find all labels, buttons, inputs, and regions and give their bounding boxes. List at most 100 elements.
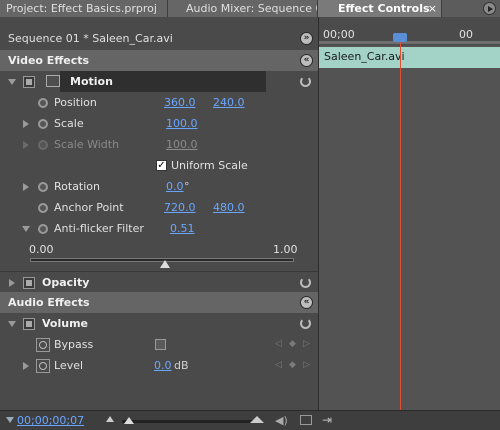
bottom-bar: 00;00;00;07 ◀) ⇥ bbox=[0, 410, 500, 430]
ruler-start-time: 00;00 bbox=[323, 28, 355, 41]
level-unit: dB bbox=[174, 359, 189, 372]
level-value[interactable]: 0.0 bbox=[154, 359, 172, 372]
uniform-scale-label: Uniform Scale bbox=[171, 159, 248, 172]
expand-triangle-icon bbox=[23, 141, 29, 149]
clip-bar[interactable]: Saleen_Car.avi bbox=[319, 47, 500, 68]
reset-icon[interactable] bbox=[300, 277, 311, 288]
audio-effects-header: Audio Effects « bbox=[0, 292, 318, 313]
param-row-anti-flicker: Anti-flicker Filter 0.51 bbox=[0, 218, 318, 239]
add-keyframe-icon[interactable]: ◆ bbox=[289, 339, 296, 349]
prev-keyframe-icon[interactable]: ◁ bbox=[275, 360, 282, 370]
expand-triangle-icon[interactable] bbox=[22, 226, 30, 232]
tab-audio-mixer-label: Audio Mixer: Sequence 01 bbox=[186, 2, 318, 15]
rotation-label: Rotation bbox=[54, 180, 101, 193]
param-row-rotation: Rotation 0.0 ° bbox=[0, 176, 318, 197]
loop-audio-icon[interactable] bbox=[300, 415, 312, 425]
next-keyframe-icon[interactable]: ▷ bbox=[303, 339, 310, 349]
stopwatch-icon[interactable] bbox=[38, 119, 48, 129]
scale-width-value: 100.0 bbox=[166, 138, 198, 151]
anchor-y-value[interactable]: 480.0 bbox=[213, 201, 245, 214]
anti-flicker-slider: 0.00 1.00 bbox=[0, 240, 318, 272]
video-effects-label: Video Effects bbox=[8, 54, 90, 67]
expand-triangle-icon[interactable] bbox=[9, 279, 15, 287]
effect-row-volume[interactable]: Volume bbox=[0, 313, 318, 334]
level-label: Level bbox=[54, 359, 84, 372]
ripple-icon[interactable]: ⇥ bbox=[322, 413, 332, 427]
fx-toggle-icon[interactable] bbox=[23, 318, 35, 330]
rotation-value[interactable]: 0.0 bbox=[166, 180, 184, 193]
fx-toggle-icon[interactable] bbox=[23, 277, 35, 289]
close-icon[interactable]: × bbox=[428, 0, 437, 17]
effect-row-opacity[interactable]: Opacity bbox=[0, 271, 318, 292]
opacity-label: Opacity bbox=[42, 276, 90, 289]
zoom-out-icon[interactable] bbox=[106, 416, 114, 422]
reset-icon[interactable] bbox=[300, 76, 311, 87]
expand-triangle-icon[interactable] bbox=[23, 120, 29, 128]
expand-triangle-icon[interactable] bbox=[8, 321, 16, 327]
scale-value[interactable]: 100.0 bbox=[166, 117, 198, 130]
stopwatch-icon[interactable] bbox=[38, 224, 48, 234]
param-row-uniform-scale: ✓ Uniform Scale bbox=[0, 155, 318, 176]
zoom-in-icon[interactable] bbox=[250, 416, 264, 423]
ruler-end-time: 00 bbox=[459, 28, 473, 41]
next-keyframe-icon[interactable]: ▷ bbox=[303, 360, 310, 370]
param-row-position: Position 360.0 240.0 bbox=[0, 92, 318, 113]
reset-icon[interactable] bbox=[300, 318, 311, 329]
tab-effect-controls[interactable]: Effect Controls × bbox=[318, 0, 442, 17]
zoom-slider[interactable] bbox=[122, 420, 258, 423]
expand-triangle-icon[interactable] bbox=[23, 362, 29, 370]
param-row-bypass: Bypass ◁ ◆ ▷ bbox=[0, 334, 318, 355]
position-x-value[interactable]: 360.0 bbox=[164, 96, 196, 109]
slider-max-label: 1.00 bbox=[273, 243, 298, 256]
sequence-bar: Sequence 01 * Saleen_Car.avi » bbox=[0, 29, 318, 49]
collapse-icon[interactable]: « bbox=[300, 54, 313, 67]
play-audio-icon[interactable]: ◀) bbox=[275, 414, 288, 427]
anchor-point-label: Anchor Point bbox=[54, 201, 124, 214]
scale-label: Scale bbox=[54, 117, 84, 130]
tab-project[interactable]: Project: Effect Basics.prproj bbox=[0, 0, 168, 17]
effect-row-motion[interactable]: Motion bbox=[0, 71, 318, 92]
prev-keyframe-icon[interactable]: ◁ bbox=[275, 339, 282, 349]
audio-effects-label: Audio Effects bbox=[8, 296, 90, 309]
video-effects-header: Video Effects « bbox=[0, 50, 318, 71]
stopwatch-icon bbox=[38, 140, 48, 150]
position-label: Position bbox=[54, 96, 97, 109]
clip-name: Saleen_Car.avi bbox=[324, 50, 405, 63]
stopwatch-icon[interactable] bbox=[38, 182, 48, 192]
playhead-handle[interactable] bbox=[393, 33, 407, 42]
effect-timeline: 00;00 00 Saleen_Car.avi bbox=[318, 17, 500, 410]
show-hide-timeline-icon[interactable]: » bbox=[300, 32, 313, 45]
current-timecode[interactable]: 00;00;00;07 bbox=[17, 414, 84, 427]
stopwatch-icon[interactable] bbox=[36, 359, 50, 373]
motion-label: Motion bbox=[70, 75, 113, 88]
anti-flicker-value[interactable]: 0.51 bbox=[170, 222, 195, 235]
effect-controls-window: Project: Effect Basics.prproj Audio Mixe… bbox=[0, 0, 500, 430]
scale-width-label: Scale Width bbox=[54, 138, 120, 151]
slider-thumb[interactable] bbox=[159, 260, 170, 268]
uniform-scale-checkbox[interactable]: ✓ bbox=[156, 160, 167, 171]
panel-menu-icon[interactable] bbox=[483, 2, 496, 15]
expand-triangle-icon[interactable] bbox=[8, 79, 16, 85]
param-row-anchor-point: Anchor Point 720.0 480.0 bbox=[0, 197, 318, 218]
zoom-thumb[interactable] bbox=[124, 417, 134, 424]
collapse-icon[interactable]: « bbox=[300, 296, 313, 309]
transform-icon[interactable] bbox=[46, 75, 60, 87]
tab-audio-mixer[interactable]: Audio Mixer: Sequence 01 bbox=[168, 0, 318, 17]
work-area-bar[interactable] bbox=[319, 41, 500, 44]
anchor-x-value[interactable]: 720.0 bbox=[164, 201, 196, 214]
stopwatch-icon[interactable] bbox=[38, 203, 48, 213]
tab-project-label: Project: Effect Basics.prproj bbox=[6, 2, 157, 15]
effect-controls-list: Sequence 01 * Saleen_Car.avi » Video Eff… bbox=[0, 20, 318, 410]
position-y-value[interactable]: 240.0 bbox=[213, 96, 245, 109]
rotation-unit: ° bbox=[184, 180, 190, 193]
stopwatch-icon[interactable] bbox=[38, 98, 48, 108]
panel-tab-bar: Project: Effect Basics.prproj Audio Mixe… bbox=[0, 0, 500, 17]
add-keyframe-icon[interactable]: ◆ bbox=[289, 360, 296, 370]
expand-triangle-icon[interactable] bbox=[23, 183, 29, 191]
fx-toggle-icon[interactable] bbox=[23, 76, 35, 88]
volume-label: Volume bbox=[42, 317, 88, 330]
time-ruler[interactable]: 00;00 00 bbox=[319, 17, 500, 45]
stopwatch-icon[interactable] bbox=[36, 338, 50, 352]
timecode-menu-icon[interactable] bbox=[6, 417, 14, 423]
bypass-checkbox[interactable] bbox=[155, 339, 166, 350]
